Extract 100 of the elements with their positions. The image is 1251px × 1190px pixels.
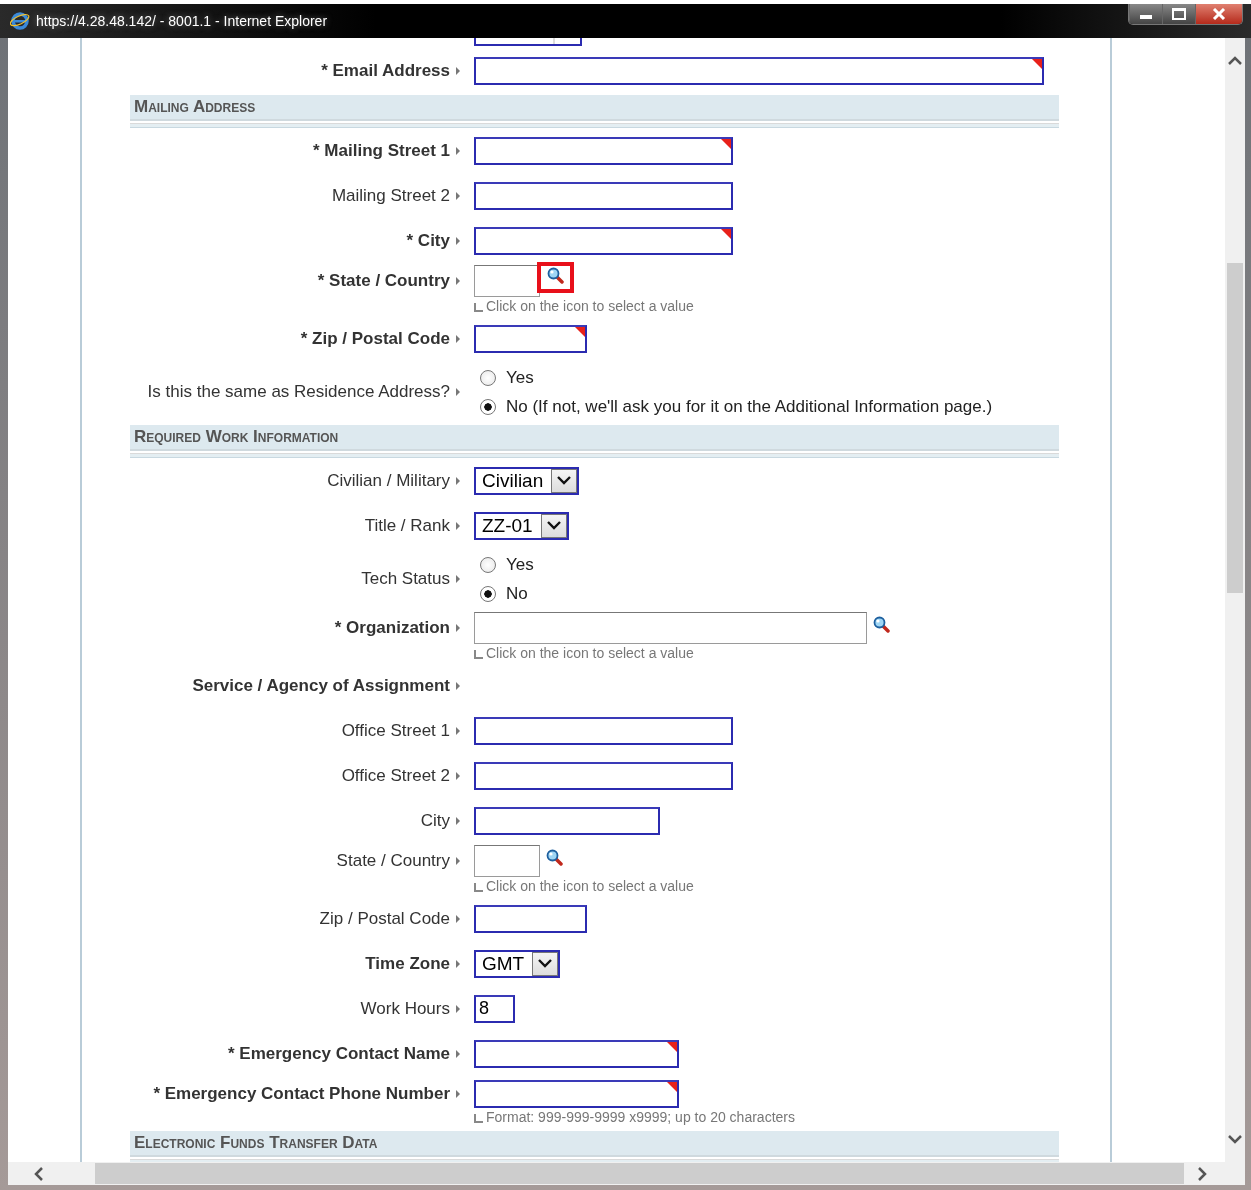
input-field[interactable] bbox=[474, 226, 733, 255]
field-label: Zip / Postal Code bbox=[319, 908, 450, 929]
section-header: Electronic Funds Transfer Data bbox=[130, 1131, 1059, 1157]
arrow-icon bbox=[456, 1090, 460, 1098]
maximize-button[interactable] bbox=[1162, 4, 1195, 24]
arrow-icon bbox=[456, 624, 460, 632]
field-label: Office Street 2 bbox=[341, 765, 450, 786]
dropdown[interactable]: Civilian bbox=[474, 466, 580, 495]
hint-text: Click on the icon to select a value bbox=[486, 878, 694, 894]
scroll-up-icon[interactable] bbox=[1228, 56, 1242, 65]
search-icon[interactable] bbox=[546, 849, 563, 866]
hint-text: Click on the icon to select a value bbox=[486, 645, 694, 661]
close-button[interactable] bbox=[1195, 4, 1242, 24]
field-label: Work Hours bbox=[360, 998, 450, 1019]
field-label: Time Zone bbox=[365, 953, 450, 974]
field-label: Office Street 1 bbox=[341, 720, 450, 741]
required-marker bbox=[667, 1041, 677, 1052]
input-field[interactable] bbox=[474, 716, 733, 745]
section-header: Required Work Information bbox=[130, 425, 1059, 451]
required-marker bbox=[1032, 58, 1042, 69]
input-field[interactable] bbox=[474, 324, 587, 353]
arrow-icon bbox=[456, 476, 460, 485]
field-label: * State / Country bbox=[317, 271, 450, 291]
pointer-icon bbox=[474, 303, 483, 312]
input-field[interactable] bbox=[474, 845, 540, 877]
arrow-icon bbox=[456, 914, 460, 923]
scroll-thumb[interactable] bbox=[95, 1163, 1184, 1184]
field-label: City bbox=[420, 810, 450, 831]
search-icon[interactable] bbox=[873, 616, 890, 633]
arrow-icon bbox=[456, 771, 460, 780]
radio-option[interactable]: Yes bbox=[474, 363, 993, 392]
arrow-icon bbox=[456, 575, 460, 583]
scroll-right-icon[interactable] bbox=[1198, 1166, 1207, 1181]
radio-button[interactable] bbox=[480, 398, 496, 415]
field-label: Is this the same as Residence Address? bbox=[147, 382, 450, 402]
arrow-icon bbox=[456, 236, 460, 245]
field-label: State / Country bbox=[336, 851, 450, 871]
required-marker bbox=[721, 138, 731, 149]
hint-text: Click on the icon to select a value bbox=[486, 298, 694, 314]
required-marker bbox=[721, 228, 731, 239]
arrow-icon bbox=[456, 334, 460, 343]
search-icon[interactable] bbox=[547, 267, 564, 284]
maximize-icon bbox=[1172, 8, 1186, 20]
arrow-icon bbox=[456, 277, 460, 285]
close-icon bbox=[1212, 8, 1226, 20]
arrow-icon bbox=[456, 726, 460, 735]
browser-icon bbox=[10, 11, 30, 31]
field-label: * Zip / Postal Code bbox=[300, 328, 450, 349]
minimize-icon bbox=[1140, 15, 1152, 19]
arrow-icon bbox=[456, 1004, 460, 1013]
scroll-left-icon[interactable] bbox=[34, 1166, 43, 1181]
caret-icon bbox=[538, 959, 553, 968]
caret-icon bbox=[546, 521, 561, 530]
arrow-icon bbox=[456, 191, 460, 200]
window-title: https://4.28.48.142/ - 8001.1 - Internet Explorer bbox=[36, 13, 328, 29]
input-field[interactable] bbox=[474, 1080, 679, 1108]
radio-option[interactable]: Yes bbox=[474, 550, 534, 579]
radio-button[interactable] bbox=[480, 585, 496, 602]
required-marker bbox=[575, 326, 585, 337]
input-field[interactable] bbox=[474, 806, 660, 835]
arrow-icon bbox=[456, 146, 460, 155]
hint-text: Format: 999-999-9999 x9999; up to 20 characters bbox=[486, 1109, 795, 1125]
radio-button[interactable] bbox=[480, 369, 496, 386]
minimize-button[interactable] bbox=[1129, 4, 1162, 24]
scroll-thumb[interactable] bbox=[1227, 263, 1243, 593]
pointer-icon bbox=[474, 1114, 483, 1123]
select-field[interactable] bbox=[474, 38, 582, 46]
input-field[interactable] bbox=[474, 612, 867, 644]
input-field[interactable] bbox=[474, 1039, 679, 1068]
arrow-icon bbox=[456, 1049, 460, 1058]
dropdown[interactable]: ZZ-01 bbox=[474, 511, 569, 540]
field-label: * Email Address bbox=[321, 60, 450, 81]
field-label: Mailing Street 2 bbox=[331, 185, 450, 206]
field-label: Title / Rank bbox=[364, 515, 450, 536]
field-label: * City bbox=[406, 230, 450, 251]
arrow-icon bbox=[456, 521, 460, 530]
input-field[interactable]: 8 bbox=[474, 994, 515, 1023]
input-field[interactable] bbox=[474, 265, 540, 297]
input-field[interactable] bbox=[474, 136, 733, 165]
input-field[interactable] bbox=[474, 56, 1044, 85]
vertical-scrollbar[interactable] bbox=[1225, 38, 1245, 1162]
required-marker bbox=[667, 1082, 677, 1092]
input-field[interactable] bbox=[474, 181, 733, 210]
arrow-icon bbox=[456, 66, 460, 75]
section-header: Mailing Address bbox=[130, 95, 1059, 121]
input-field[interactable] bbox=[474, 904, 587, 933]
field-label: * Mailing Street 1 bbox=[313, 140, 450, 161]
input-field[interactable] bbox=[474, 761, 733, 790]
pointer-icon bbox=[474, 883, 483, 892]
radio-option[interactable]: No bbox=[474, 579, 534, 608]
radio-option[interactable]: No (If not, we'll ask you for it on the Additional Information page.) bbox=[474, 392, 993, 421]
radio-button[interactable] bbox=[480, 556, 496, 573]
caret-icon bbox=[557, 476, 572, 485]
field-label: * Organization bbox=[334, 618, 450, 638]
field-label: * Emergency Contact Name bbox=[227, 1043, 450, 1064]
scroll-down-icon[interactable] bbox=[1228, 1135, 1242, 1144]
horizontal-scrollbar[interactable] bbox=[8, 1162, 1245, 1185]
arrow-icon bbox=[456, 959, 460, 968]
dropdown[interactable]: GMT bbox=[474, 949, 561, 978]
arrow-icon bbox=[456, 816, 460, 825]
